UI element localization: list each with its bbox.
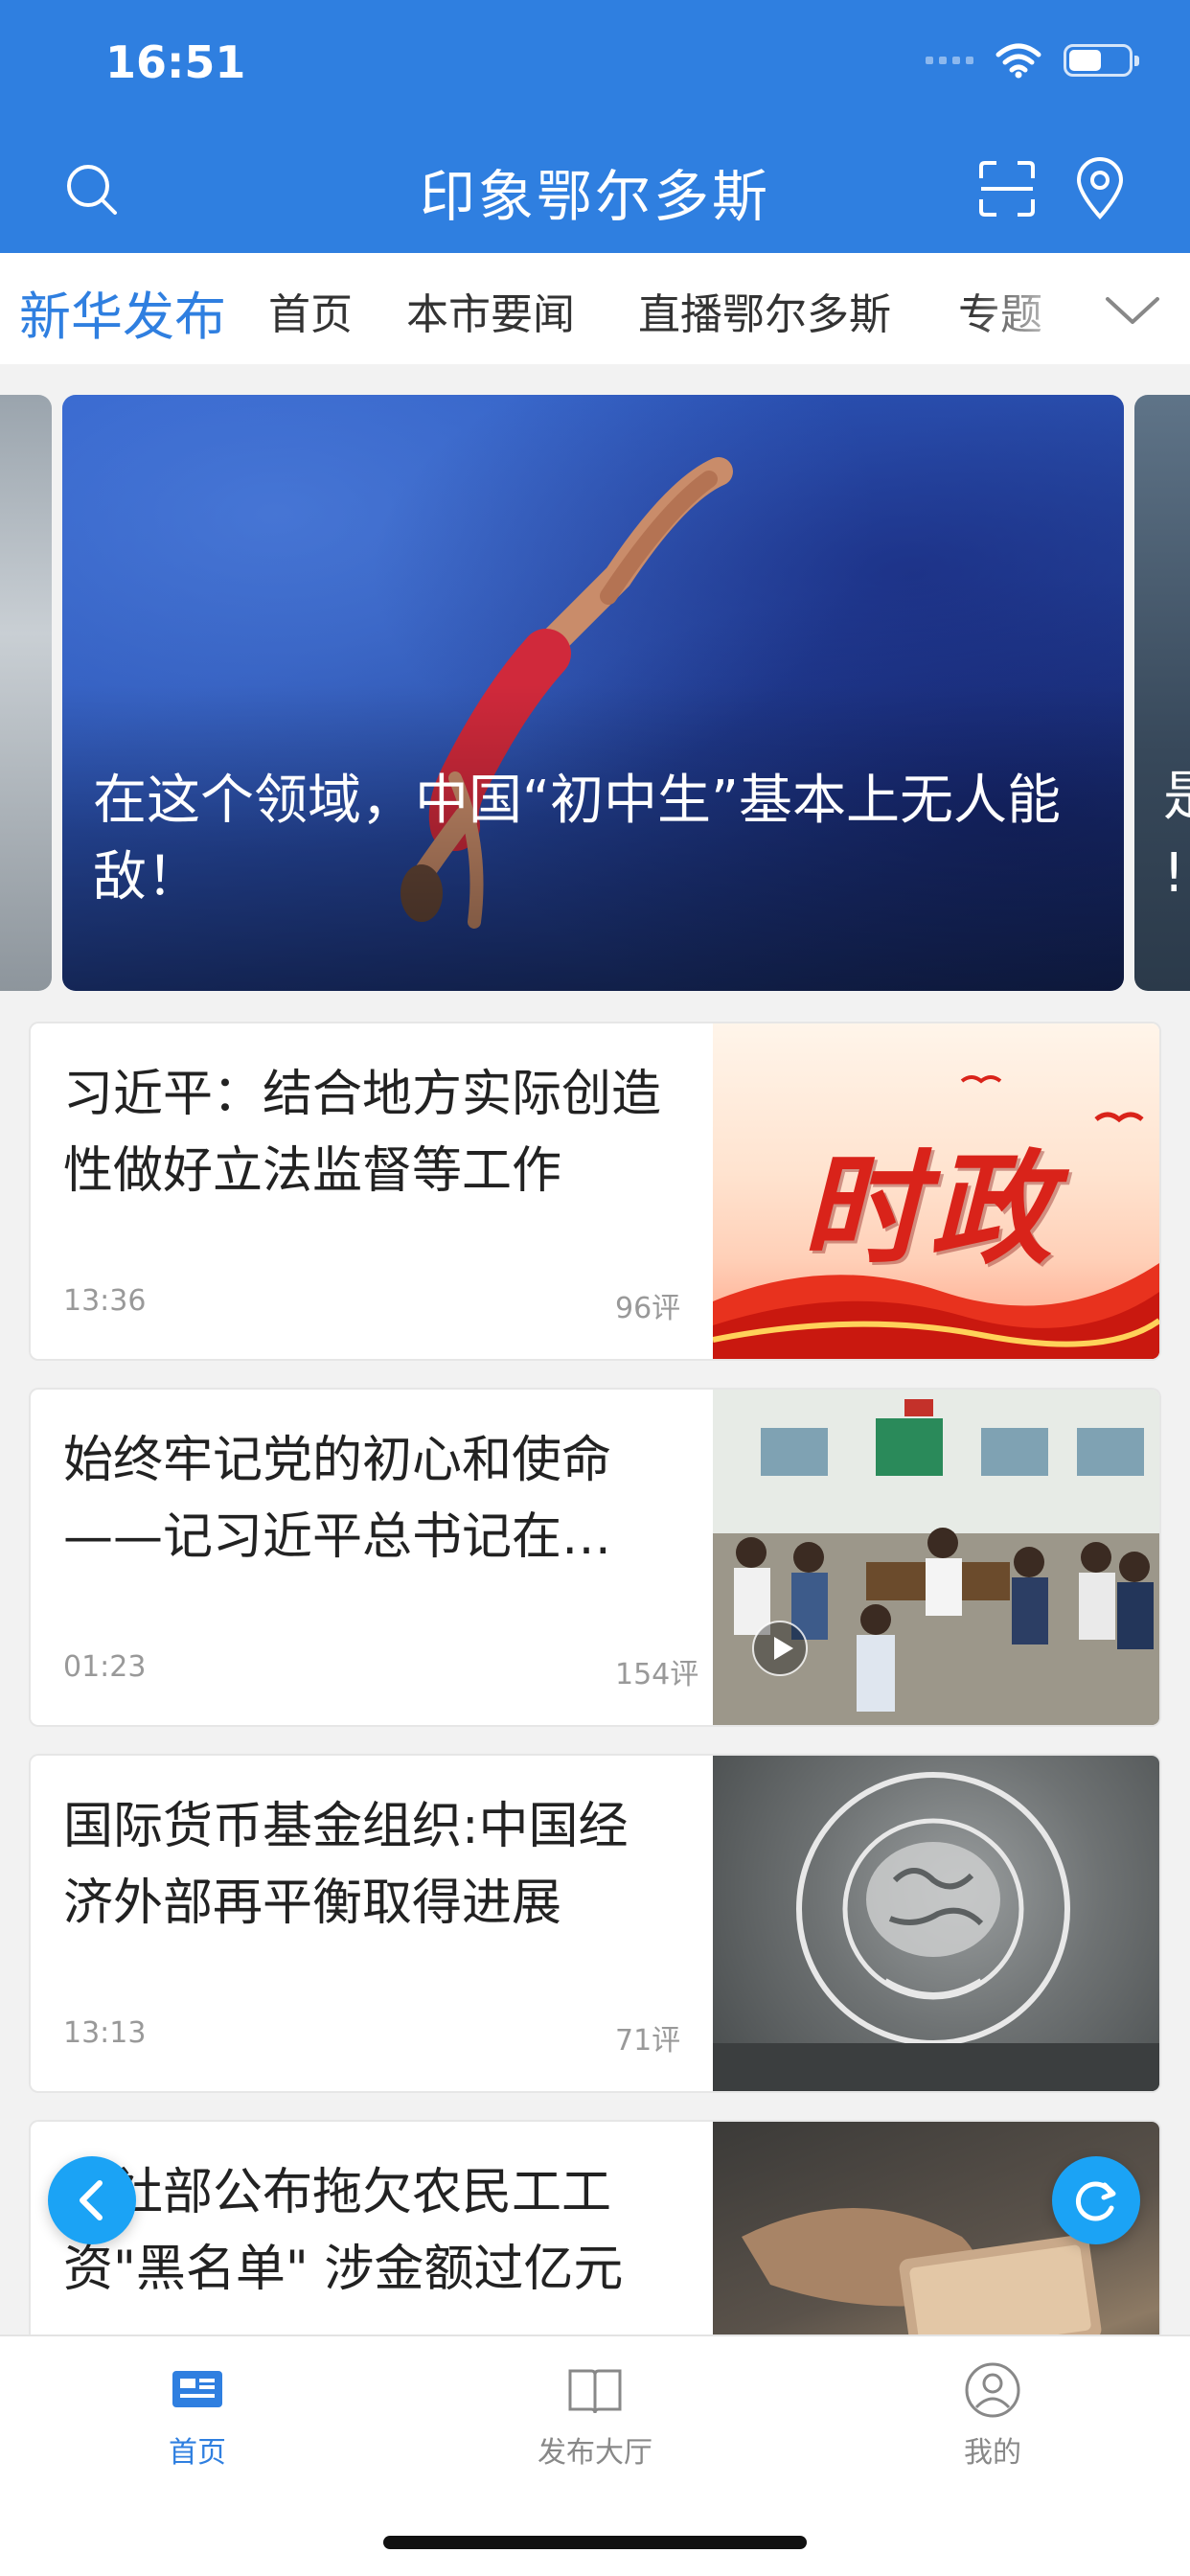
tabbar-label-home: 首页: [169, 2436, 226, 2470]
wifi-icon: [995, 43, 1041, 79]
news-title: 习近平：结合地方实际创造性做好立法监督等工作: [63, 1066, 662, 1200]
tab-home[interactable]: 首页: [268, 280, 353, 341]
app-header: 16:51 印象鄂尔多斯: [0, 0, 1190, 253]
news-card[interactable]: 始终牢记党的初心和使命——记习近平总书记在… 01:23 154评: [31, 1390, 1159, 1725]
news-title: 始终牢记党的初心和使命——记习近平总书记在…: [63, 1432, 612, 1566]
news-thumbnail: 时政: [713, 1024, 1159, 1359]
home-indicator: [383, 2536, 807, 2549]
carousel-slide-current[interactable]: 在这个领域，中国“初中生”基本上无人能敌！: [62, 395, 1124, 991]
news-thumbnail: [713, 1756, 1159, 2091]
user-icon: [965, 2362, 1020, 2418]
tabbar-label-mine: 我的: [964, 2436, 1021, 2470]
play-icon[interactable]: [751, 1620, 809, 1677]
status-icons: [926, 42, 1139, 79]
chevron-left-icon: [80, 2180, 103, 2220]
headline-carousel[interactable]: 在这个领域，中国“初中生”基本上无人能敌！ 是 !: [0, 395, 1190, 991]
news-comments: 154评: [615, 1658, 699, 1691]
chevron-down-icon[interactable]: [1102, 286, 1163, 334]
news-time: 13:13: [63, 2016, 147, 2050]
news-card[interactable]: 国际货币基金组织:中国经济外部再平衡取得进展 13:13 71评: [31, 1756, 1159, 2091]
carousel-next-caption: 是 !: [1163, 766, 1190, 905]
tab-live[interactable]: 直播鄂尔多斯: [638, 280, 891, 341]
news-time: 13:36: [63, 1284, 147, 1318]
book-icon: [568, 2369, 622, 2414]
tabbar-item-home[interactable]: 首页: [82, 2359, 312, 2471]
imf-seal-image: [713, 1772, 1159, 2091]
news-thumbnail: [713, 1390, 1159, 1725]
location-icon[interactable]: [1073, 157, 1127, 220]
back-button[interactable]: [48, 2156, 136, 2244]
tabbar-label-release-hall: 发布大厅: [538, 2436, 652, 2470]
news-title: 人社部公布拖欠农民工工资"黑名单" 涉金额过亿元: [63, 2164, 624, 2298]
bottom-tab-bar: 首页 发布大厅 我的: [0, 2334, 1190, 2576]
refresh-icon: [1075, 2181, 1116, 2221]
tab-xinhua[interactable]: 新华发布: [19, 274, 226, 350]
tabbar-item-mine[interactable]: 我的: [878, 2359, 1108, 2471]
carousel-slide-prev[interactable]: [0, 395, 52, 991]
news-title: 国际货币基金组织:中国经济外部再平衡取得进展: [63, 1798, 629, 1932]
category-tabs: 新华发布 首页 本市要闻 直播鄂尔多斯 专题: [0, 253, 1190, 364]
tab-fade: [970, 253, 1085, 364]
news-card[interactable]: 习近平：结合地方实际创造性做好立法监督等工作 13:36 96评 时政: [31, 1024, 1159, 1359]
scan-icon[interactable]: [977, 159, 1037, 218]
signal-icon: [926, 57, 973, 64]
wave-decoration: [713, 1263, 1159, 1359]
refresh-button[interactable]: [1052, 2156, 1140, 2244]
news-icon: [172, 2371, 222, 2407]
news-comments: 96评: [615, 1292, 681, 1325]
news-comments: 71评: [615, 2024, 681, 2058]
news-time: 01:23: [63, 1650, 147, 1684]
tabbar-item-release-hall[interactable]: 发布大厅: [480, 2359, 710, 2471]
carousel-caption: 在这个领域，中国“初中生”基本上无人能敌！: [93, 770, 1062, 908]
status-time: 16:51: [105, 36, 246, 88]
carousel-slide-next[interactable]: 是 !: [1134, 395, 1190, 991]
tab-city-news[interactable]: 本市要闻: [406, 280, 575, 341]
battery-icon: [1064, 44, 1139, 77]
